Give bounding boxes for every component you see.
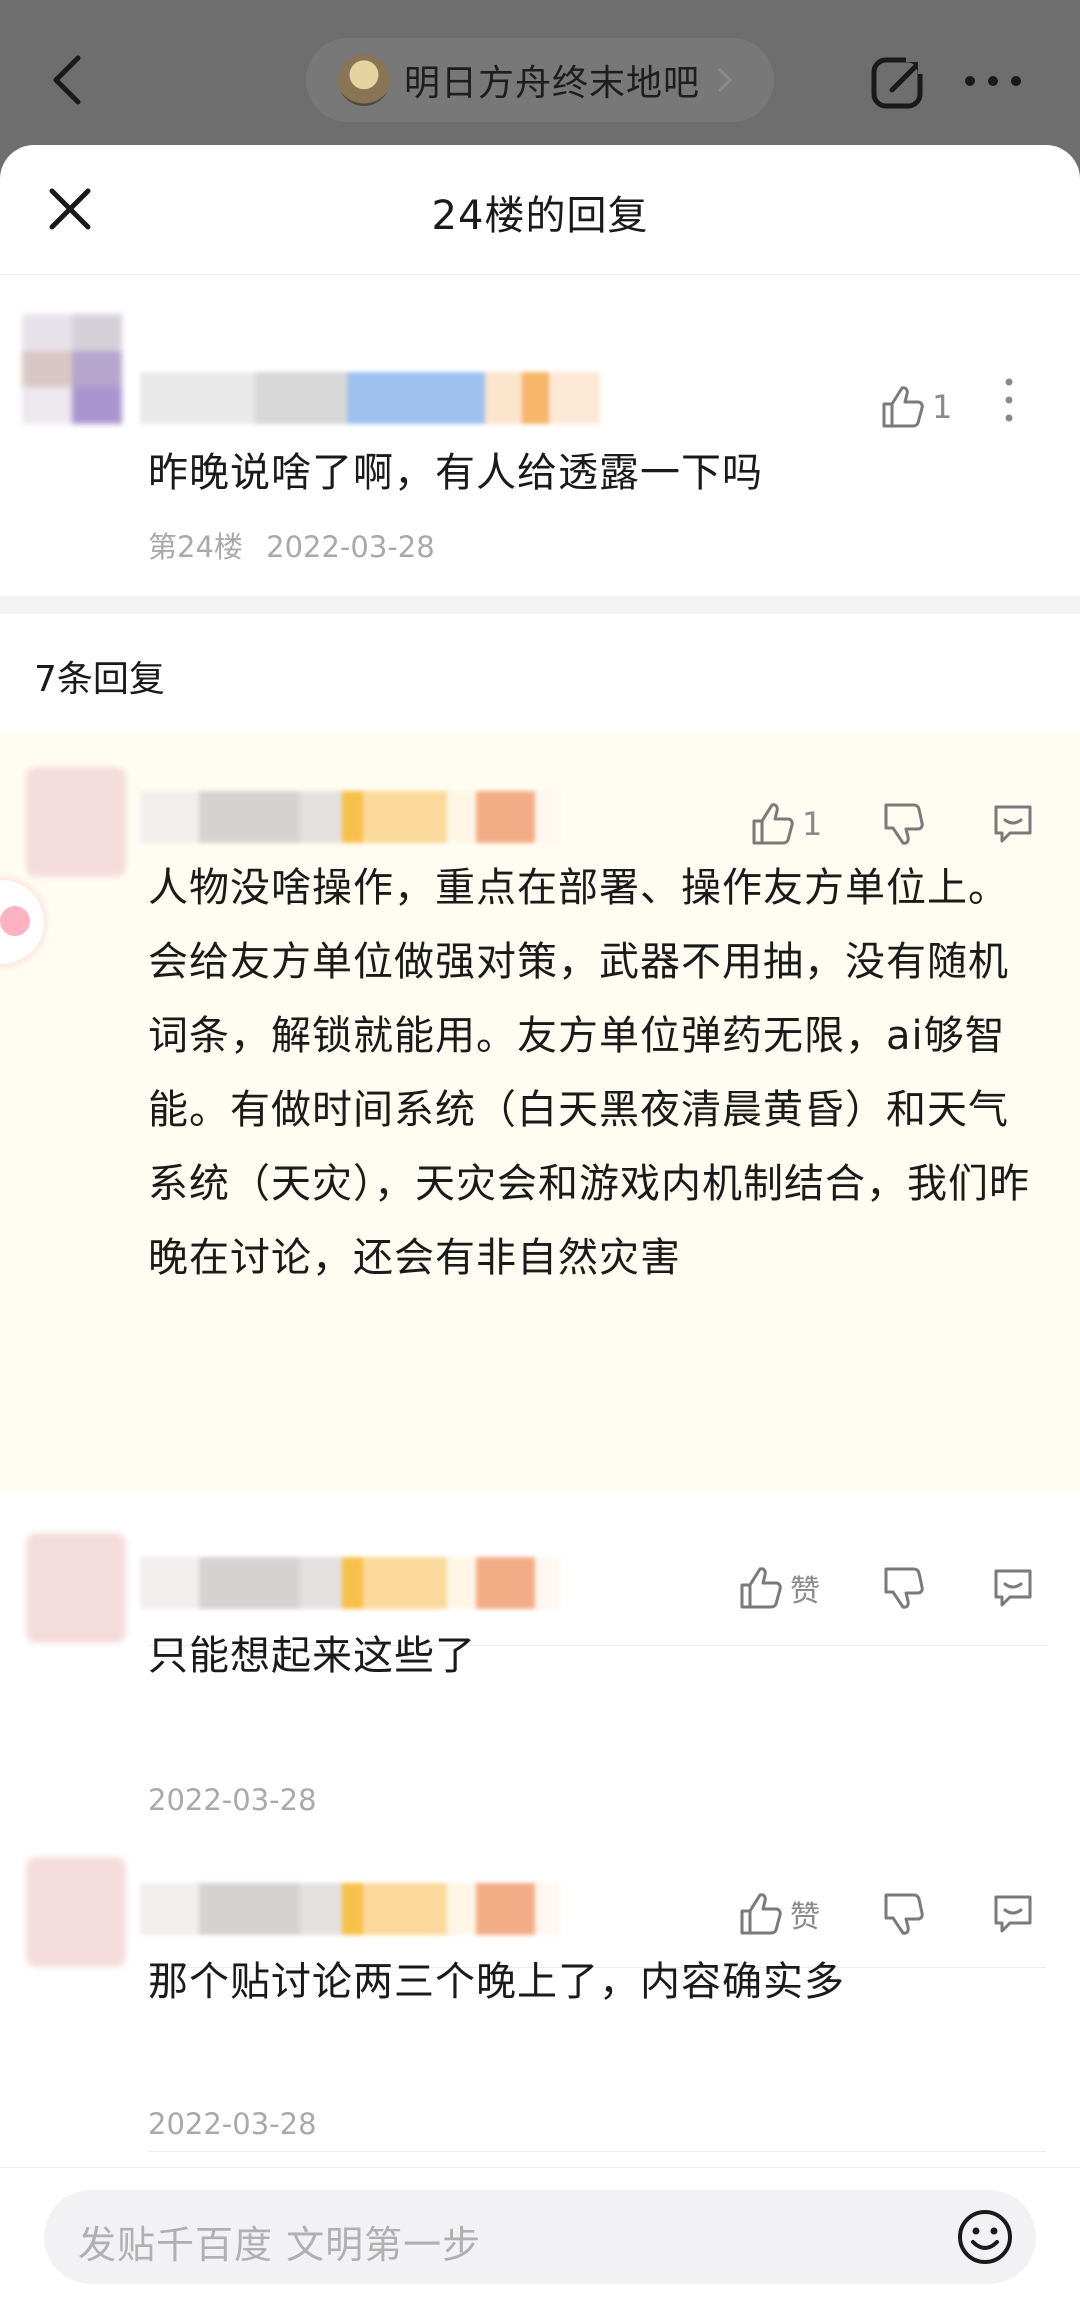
back-button[interactable] <box>40 50 100 110</box>
sheet-title: 24楼的回复 <box>431 193 649 239</box>
dislike-button[interactable] <box>880 801 924 847</box>
floor-number: 第24楼 <box>148 530 243 564</box>
reply-input[interactable]: 发贴千百度 文明第一步 <box>44 2190 1036 2284</box>
forum-name: 明日方舟终末地吧 <box>404 63 701 104</box>
username[interactable] <box>140 1557 560 1609</box>
like-button[interactable]: 赞 <box>738 1891 820 1937</box>
avatar[interactable] <box>22 314 122 425</box>
post-options-button[interactable] <box>994 370 1024 430</box>
forum-avatar <box>338 54 390 106</box>
reply-date: 2022-03-28 <box>148 1783 317 1817</box>
reply-date: 2022-03-28 <box>148 2107 317 2141</box>
thumbs-up-icon <box>740 1893 782 1935</box>
reply-text: 只能想起来这些了 <box>148 1633 476 1679</box>
thumbs-down-icon <box>884 1567 924 1609</box>
post-text: 昨晚说啥了啊，有人给透露一下吗 <box>148 450 763 496</box>
thumbs-down-icon <box>884 1893 924 1935</box>
username[interactable] <box>140 372 600 424</box>
section-divider <box>0 596 1080 614</box>
thumbs-up-icon <box>882 386 924 428</box>
reply-text: 那个贴讨论两三个晚上了，内容确实多 <box>148 1959 845 2005</box>
original-post: 1 昨晚说啥了啊，有人给透露一下吗 第24楼 2022-03-28 <box>0 276 1080 596</box>
thumbs-up-icon <box>752 803 794 845</box>
forum-entry-pill[interactable]: 明日方舟终末地吧 <box>306 38 774 122</box>
comment-icon <box>994 1569 1032 1607</box>
more-vertical-icon <box>1005 378 1013 422</box>
top-app-bar: 明日方舟终末地吧 <box>0 0 1080 150</box>
dislike-button[interactable] <box>880 1891 924 1937</box>
emoji-icon <box>958 2210 1012 2264</box>
comment-icon <box>994 1895 1032 1933</box>
post-meta: 第24楼 2022-03-28 <box>148 524 435 566</box>
reply-button[interactable] <box>990 1891 1036 1937</box>
reply-sheet: 24楼的回复 1 昨晚说啥了啊，有人给透露一下吗 第24楼 2022-03-28… <box>0 145 1080 2305</box>
avatar[interactable] <box>26 767 126 877</box>
post-date: 2022-03-28 <box>266 530 435 564</box>
more-icon <box>965 76 1021 86</box>
like-button[interactable]: 1 <box>750 801 822 847</box>
avatar[interactable] <box>26 1857 126 1967</box>
more-button[interactable] <box>958 56 1028 106</box>
reply-count: 7条回复 <box>34 659 165 700</box>
avatar[interactable] <box>26 1533 126 1643</box>
username[interactable] <box>140 1883 560 1935</box>
edit-button[interactable] <box>866 50 930 114</box>
like-count: 1 <box>802 805 823 843</box>
reply-button[interactable] <box>990 801 1036 847</box>
emoji-button[interactable] <box>956 2208 1014 2266</box>
dislike-button[interactable] <box>880 1565 924 1611</box>
username[interactable] <box>140 791 560 843</box>
thumbs-up-icon <box>740 1567 782 1609</box>
edit-icon <box>871 54 926 109</box>
input-placeholder: 发贴千百度 文明第一步 <box>78 2223 482 2267</box>
chevron-right-icon <box>718 68 733 92</box>
sheet-header: 24楼的回复 <box>0 145 1080 275</box>
thumbs-down-icon <box>884 803 924 845</box>
like-count: 1 <box>932 388 953 426</box>
back-icon <box>53 55 81 105</box>
like-button[interactable]: 赞 <box>738 1565 820 1611</box>
like-label: 赞 <box>790 1574 820 1609</box>
comment-icon <box>994 805 1032 843</box>
like-button[interactable]: 1 <box>880 384 952 430</box>
reply-separator <box>148 2151 1046 2152</box>
reply-button[interactable] <box>990 1565 1036 1611</box>
like-label: 赞 <box>790 1900 820 1935</box>
reply-text: 人物没啥操作，重点在部署、操作友方单位上。会给友方单位做强对策，武器不用抽，没有… <box>148 865 1030 1281</box>
bottom-input-bar: 发贴千百度 文明第一步 <box>0 2167 1080 2305</box>
